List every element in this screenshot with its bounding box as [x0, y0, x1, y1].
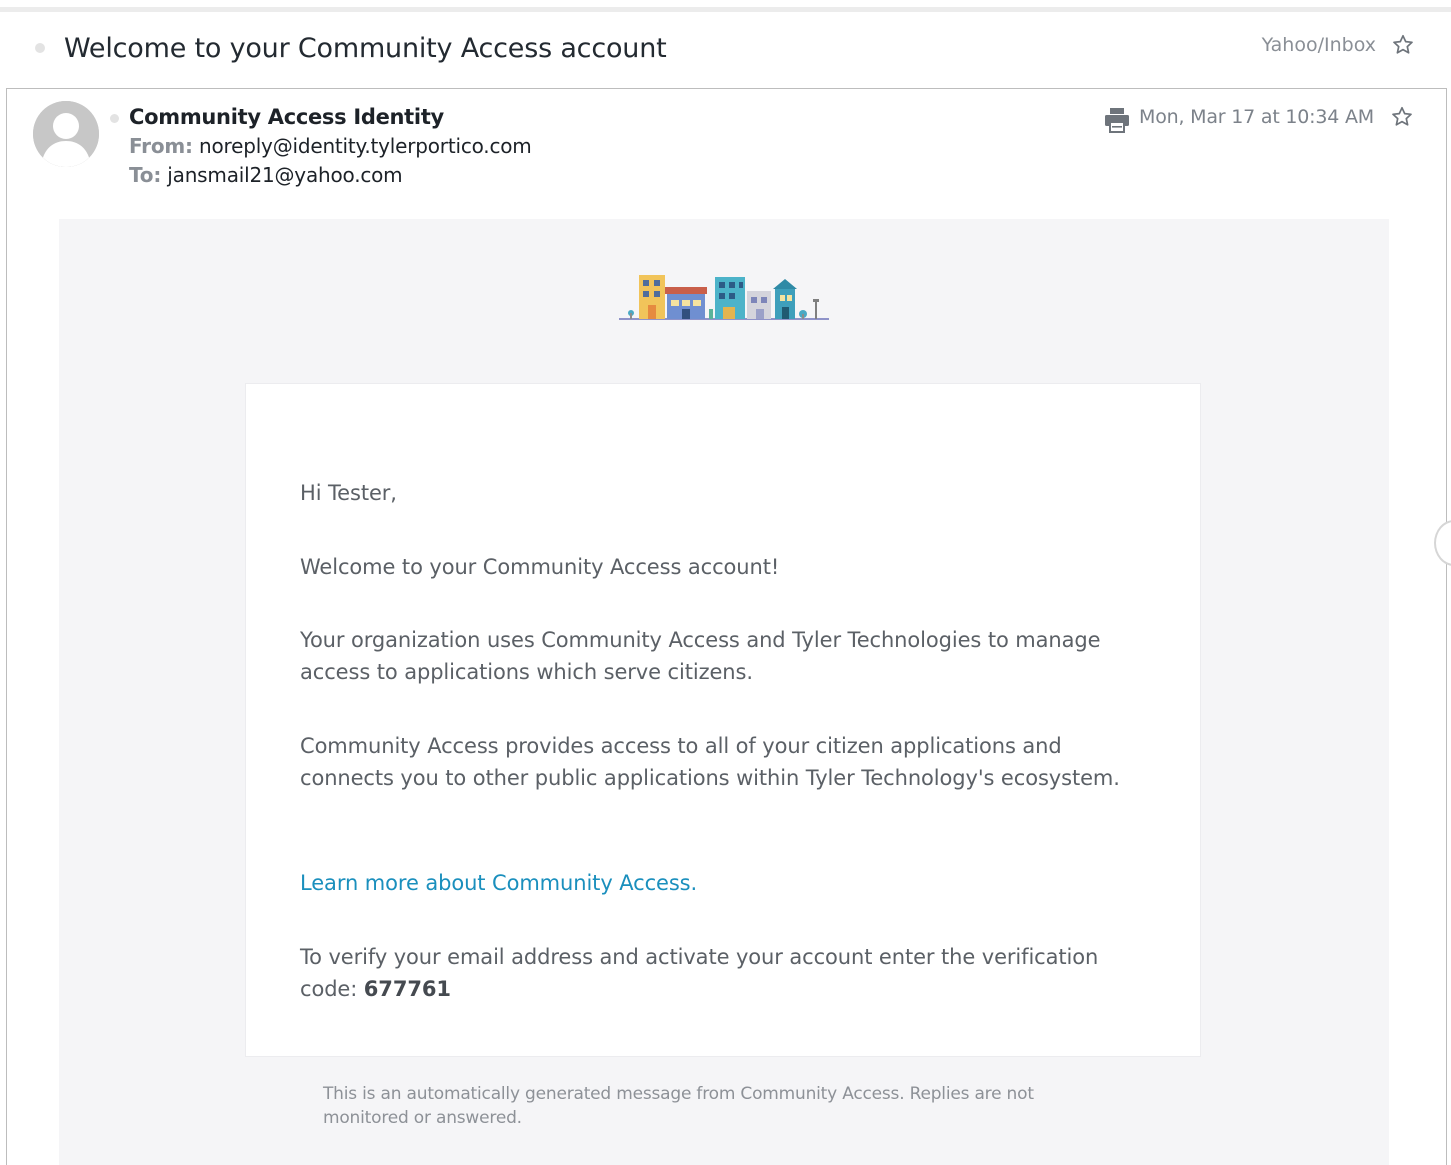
greeting-text: Hi Tester, [300, 481, 397, 505]
learn-more-paragraph: Learn more about Community Access. [300, 867, 1160, 899]
verification-code: 677761 [363, 977, 451, 1001]
subject-header: Welcome to your Community Access account… [0, 17, 1451, 89]
provides-paragraph: Community Access provides access to all … [300, 734, 1120, 790]
folder-label[interactable]: Yahoo/Inbox [1262, 34, 1376, 56]
learn-more-link[interactable]: Learn more about Community Access. [300, 871, 697, 895]
from-address[interactable]: noreply@identity.tylerportico.com [199, 134, 532, 158]
sender-name[interactable]: Community Access Identity [129, 105, 444, 129]
to-label: To: [129, 163, 162, 187]
message-star-icon[interactable] [1390, 105, 1414, 129]
verification-paragraph: To verify your email address and activat… [300, 941, 1160, 1005]
star-icon[interactable] [1391, 33, 1415, 57]
footer-note: This is an automatically generated messa… [323, 1084, 1034, 1128]
sender-avatar[interactable] [33, 101, 99, 167]
message-content-card: Hi Tester, Welcome to your Community Acc… [245, 383, 1201, 1057]
print-icon[interactable] [1102, 105, 1132, 135]
default-avatar-icon [33, 101, 99, 167]
star-outline-icon [1392, 106, 1412, 126]
message-date: Mon, Mar 17 at 10:34 AM [1139, 106, 1374, 128]
email-body: Hi Tester, Welcome to your Community Acc… [59, 219, 1389, 1165]
community-buildings-logo [619, 267, 829, 323]
to-line: To: jansmail21@yahoo.com [129, 163, 403, 187]
email-subject: Welcome to your Community Access account [64, 33, 667, 64]
unread-dot[interactable] [35, 43, 45, 53]
organization-paragraph: Your organization uses Community Access … [300, 628, 1101, 684]
star-outline-icon [1393, 34, 1413, 54]
from-line: From: noreply@identity.tylerportico.com [129, 134, 532, 158]
message-card: Community Access Identity From: noreply@… [6, 88, 1447, 1165]
sender-status-dot [110, 114, 119, 123]
from-label: From: [129, 134, 193, 158]
top-divider [0, 0, 1451, 12]
to-address[interactable]: jansmail21@yahoo.com [167, 163, 402, 187]
welcome-text: Welcome to your Community Access account… [300, 555, 780, 579]
